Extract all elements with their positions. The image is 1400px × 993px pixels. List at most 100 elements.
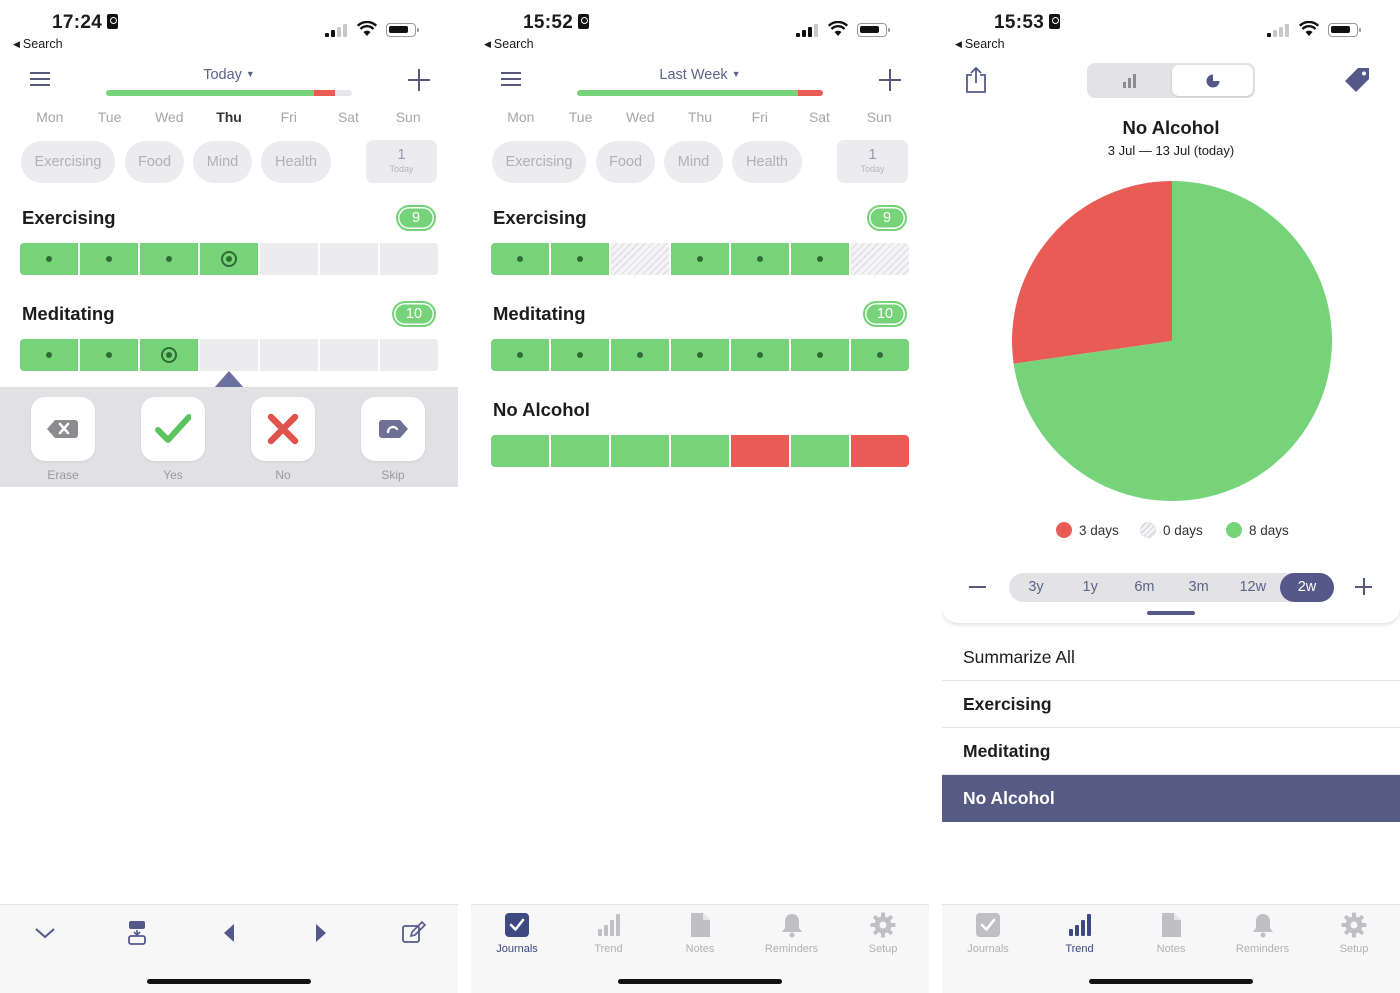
day-cell[interactable] xyxy=(320,339,378,371)
day-cell[interactable] xyxy=(380,243,438,275)
habit-title-no-alcohol[interactable]: No Alcohol xyxy=(493,399,590,421)
day-cell[interactable] xyxy=(851,243,909,275)
day-cell[interactable] xyxy=(611,339,669,371)
back-to-search[interactable]: ◀ Search xyxy=(13,37,63,51)
category-chip-food[interactable]: Food xyxy=(125,141,184,183)
day-cell[interactable] xyxy=(611,243,669,275)
no-button[interactable] xyxy=(251,397,315,461)
day-cell[interactable] xyxy=(380,339,438,371)
day-cell[interactable] xyxy=(260,243,318,275)
habit-title-exercising[interactable]: Exercising xyxy=(22,207,116,229)
back-to-search[interactable]: ◀ Search xyxy=(955,37,1005,51)
range-option-1y[interactable]: 1y xyxy=(1063,573,1117,602)
range-selector[interactable]: Today ▼ xyxy=(0,67,458,83)
tab-reminders[interactable]: Reminders xyxy=(1218,911,1308,955)
day-cell[interactable] xyxy=(20,243,78,275)
tab-setup[interactable]: Setup xyxy=(838,911,928,955)
zoom-out-button[interactable] xyxy=(969,586,986,588)
day-cell[interactable] xyxy=(671,243,729,275)
day-cell[interactable] xyxy=(200,339,258,371)
day-cell[interactable] xyxy=(491,339,549,371)
day-cell[interactable] xyxy=(80,243,138,275)
status-time: 15:52 xyxy=(523,12,590,34)
day-cell[interactable] xyxy=(551,339,609,371)
back-to-search[interactable]: ◀ Search xyxy=(484,37,534,51)
tab-setup[interactable]: Setup xyxy=(1309,911,1399,955)
category-chip-health[interactable]: Health xyxy=(261,141,331,183)
habit-title-exercising[interactable]: Exercising xyxy=(493,207,587,229)
habit-title-meditating[interactable]: Meditating xyxy=(493,303,586,325)
pie-chart-option[interactable] xyxy=(1172,65,1253,96)
weekday-wed: Wed xyxy=(155,109,184,125)
erase-button[interactable] xyxy=(31,397,95,461)
today-button[interactable]: 1 Today xyxy=(366,140,437,183)
day-cell[interactable] xyxy=(20,339,78,371)
tab-notes[interactable]: Notes xyxy=(1126,911,1216,955)
day-cell[interactable] xyxy=(491,243,549,275)
category-chip-health[interactable]: Health xyxy=(732,141,802,183)
range-selector[interactable]: Last Week ▼ xyxy=(471,67,929,83)
signal-icon xyxy=(325,23,347,37)
day-cell[interactable] xyxy=(611,435,669,467)
day-cell[interactable] xyxy=(731,435,789,467)
day-cell[interactable] xyxy=(731,339,789,371)
tab-reminders[interactable]: Reminders xyxy=(747,911,837,955)
day-cell[interactable] xyxy=(551,435,609,467)
tab-trend[interactable]: Trend xyxy=(1035,911,1125,955)
day-cell[interactable] xyxy=(791,339,849,371)
split-view-icon[interactable] xyxy=(123,919,151,947)
day-cell[interactable] xyxy=(80,339,138,371)
add-habit-button[interactable] xyxy=(408,69,430,91)
range-option-3y[interactable]: 3y xyxy=(1009,573,1063,602)
day-cell[interactable] xyxy=(791,435,849,467)
range-option-2w[interactable]: 2w xyxy=(1280,573,1334,602)
day-cell[interactable] xyxy=(140,243,198,275)
progress-done xyxy=(577,90,799,96)
day-cell[interactable] xyxy=(791,243,849,275)
day-cell[interactable] xyxy=(551,243,609,275)
day-cell[interactable] xyxy=(320,243,378,275)
day-cell[interactable] xyxy=(671,435,729,467)
habit-title-meditating[interactable]: Meditating xyxy=(22,303,115,325)
day-cell[interactable] xyxy=(851,435,909,467)
category-chip-food[interactable]: Food xyxy=(596,141,655,183)
range-option-6m[interactable]: 6m xyxy=(1117,573,1171,602)
current-day-marker xyxy=(221,251,237,267)
day-cell[interactable] xyxy=(731,243,789,275)
list-item-exercising[interactable]: Exercising xyxy=(942,681,1400,728)
day-cell[interactable] xyxy=(200,243,258,275)
skip-button[interactable] xyxy=(361,397,425,461)
tab-journals[interactable]: Journals xyxy=(943,911,1033,955)
category-chip-mind[interactable]: Mind xyxy=(193,141,252,183)
day-cell[interactable] xyxy=(491,435,549,467)
list-item-meditating[interactable]: Meditating xyxy=(942,728,1400,775)
tab-journals[interactable]: Journals xyxy=(472,911,562,955)
bar-chart-option[interactable] xyxy=(1089,65,1170,96)
tag-icon[interactable] xyxy=(1342,66,1372,94)
today-button[interactable]: 1 Today xyxy=(837,140,908,183)
yes-button[interactable] xyxy=(141,397,205,461)
chevron-down-icon[interactable] xyxy=(31,919,59,947)
day-cell[interactable] xyxy=(260,339,318,371)
zoom-in-button[interactable] xyxy=(1355,578,1372,595)
next-icon[interactable] xyxy=(307,919,335,947)
sheet-grabber[interactable] xyxy=(1147,611,1195,615)
range-option-12w[interactable]: 12w xyxy=(1226,573,1280,602)
day-cell[interactable] xyxy=(851,339,909,371)
category-chip-mind[interactable]: Mind xyxy=(664,141,723,183)
day-cell[interactable] xyxy=(671,339,729,371)
list-item-no-alcohol[interactable]: No Alcohol xyxy=(942,775,1400,822)
day-cell[interactable] xyxy=(140,339,198,371)
streak-badge-meditating: 10 xyxy=(863,301,907,327)
compose-icon[interactable] xyxy=(399,919,427,947)
tab-notes[interactable]: Notes xyxy=(655,911,745,955)
list-item-summarize-all[interactable]: Summarize All xyxy=(942,634,1400,681)
share-icon[interactable] xyxy=(964,66,988,94)
tab-trend[interactable]: Trend xyxy=(564,911,654,955)
category-chip-exercising[interactable]: Exercising xyxy=(21,141,115,183)
range-option-3m[interactable]: 3m xyxy=(1172,573,1226,602)
previous-icon[interactable] xyxy=(215,919,243,947)
category-chip-exercising[interactable]: Exercising xyxy=(492,141,586,183)
journals-icon xyxy=(503,911,531,939)
add-habit-button[interactable] xyxy=(879,69,901,91)
